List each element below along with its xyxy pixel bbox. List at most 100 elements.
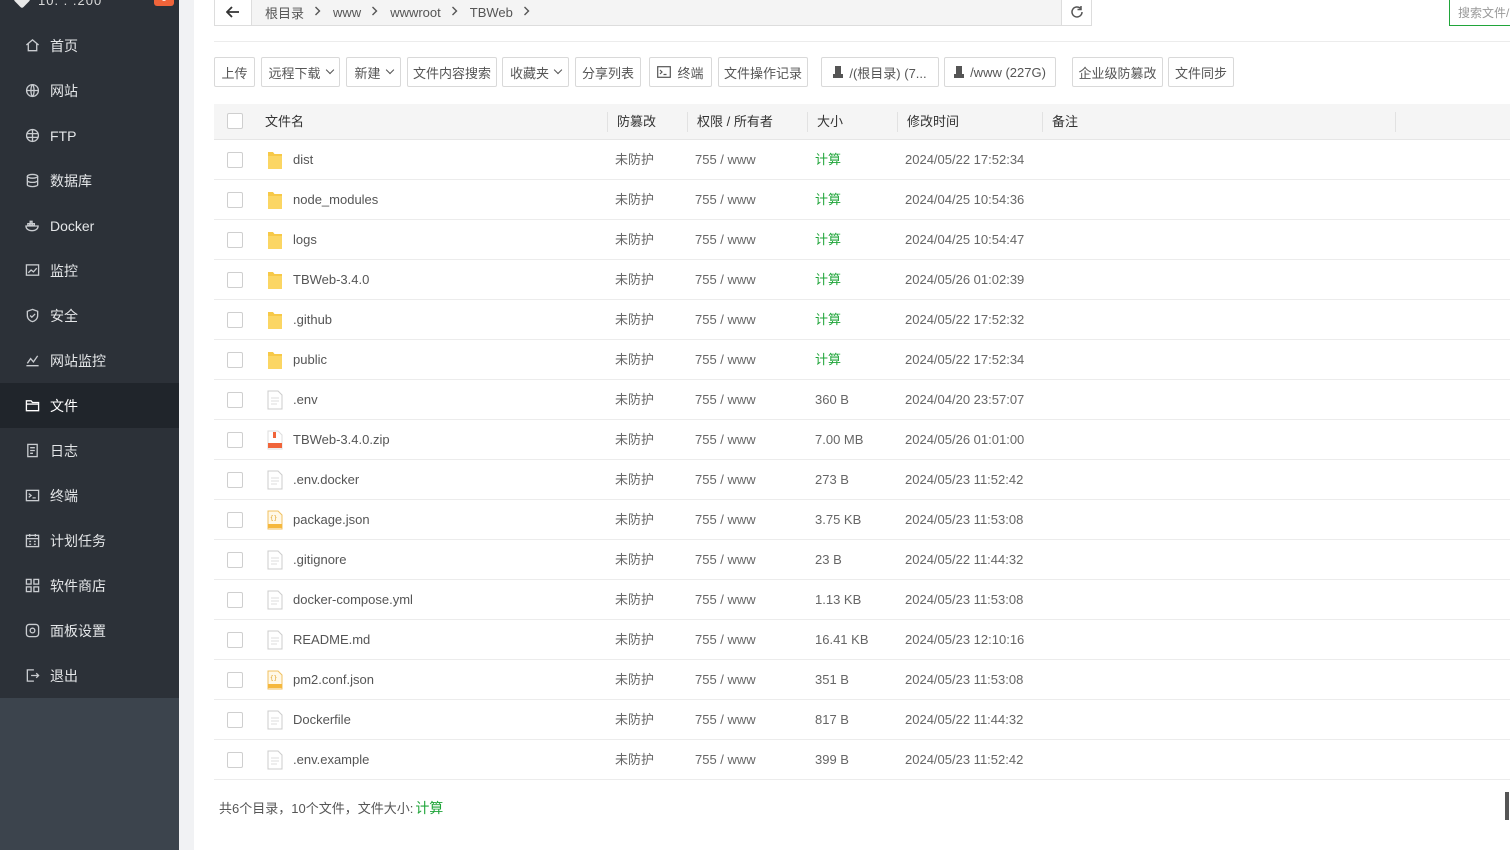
calculate-size-link[interactable]: 计算 — [815, 260, 841, 300]
protect-status[interactable]: 未防护 — [615, 180, 654, 220]
table-row[interactable]: node_modules 未防护 755 / www 计算 2024/04/25 10:… — [214, 180, 1510, 220]
file-name[interactable]: node_modules — [293, 180, 378, 220]
row-checkbox[interactable] — [227, 632, 243, 648]
file-name[interactable]: pm2.conf.json — [293, 660, 374, 700]
file-name-cell[interactable]: public — [266, 340, 327, 380]
file-name-cell[interactable]: {} package.json — [266, 500, 370, 540]
permission[interactable]: 755 / www — [695, 660, 756, 700]
update-badge[interactable]: 0 — [154, 0, 174, 6]
file-name[interactable]: .gitignore — [293, 540, 346, 580]
file-name-cell[interactable]: TBWeb-3.4.0 — [266, 260, 369, 300]
table-row[interactable]: logs 未防护 755 / www 计算 2024/04/25 10:54:47 — [214, 220, 1510, 260]
file-name[interactable]: .env — [293, 380, 318, 420]
sidebar-item-4[interactable]: Docker — [0, 203, 179, 248]
file-name-cell[interactable]: Dockerfile — [266, 700, 351, 740]
protect-status[interactable]: 未防护 — [615, 380, 654, 420]
sidebar-item-9[interactable]: 日志 — [0, 428, 179, 473]
file-name[interactable]: .env.docker — [293, 460, 359, 500]
table-row[interactable]: public 未防护 755 / www 计算 2024/05/22 17:52:34 — [214, 340, 1510, 380]
disk-root-button[interactable]: /(根目录) (7... — [821, 57, 939, 87]
col-mtime[interactable]: 修改时间 — [907, 104, 959, 140]
remote-download-button[interactable]: 远程下载 — [261, 57, 340, 87]
search-input[interactable]: 搜索文件/ — [1449, 0, 1510, 26]
row-checkbox[interactable] — [227, 272, 243, 288]
calculate-size-link[interactable]: 计算 — [815, 340, 841, 380]
new-button[interactable]: 新建 — [346, 57, 401, 87]
permission[interactable]: 755 / www — [695, 420, 756, 460]
col-size[interactable]: 大小 — [817, 104, 843, 140]
calculate-size-link[interactable]: 计算 — [815, 140, 841, 180]
permission[interactable]: 755 / www — [695, 500, 756, 540]
breadcrumb-item[interactable]: wwwroot — [384, 5, 464, 20]
protect-status[interactable]: 未防护 — [615, 740, 654, 780]
table-row[interactable]: .gitignore 未防护 755 / www 23 B 2024/05/22 11:… — [214, 540, 1510, 580]
row-checkbox[interactable] — [227, 712, 243, 728]
protect-status[interactable]: 未防护 — [615, 140, 654, 180]
file-name[interactable]: .env.example — [293, 740, 369, 780]
row-checkbox[interactable] — [227, 152, 243, 168]
permission[interactable]: 755 / www — [695, 580, 756, 620]
table-row[interactable]: {} package.json 未防护 755 / www 3.75 KB 2024/05… — [214, 500, 1510, 540]
breadcrumb-item[interactable]: www — [327, 5, 384, 20]
content-search-button[interactable]: 文件内容搜索 — [407, 57, 497, 87]
file-name-cell[interactable]: README.md — [266, 620, 370, 660]
row-checkbox[interactable] — [227, 392, 243, 408]
permission[interactable]: 755 / www — [695, 220, 756, 260]
sidebar-item-8[interactable]: 文件 — [0, 383, 179, 428]
permission[interactable]: 755 / www — [695, 300, 756, 340]
calculate-size-link[interactable]: 计算 — [815, 220, 841, 260]
table-row[interactable]: TBWeb-3.4.0.zip 未防护 755 / www 7.00 MB 2024/0… — [214, 420, 1510, 460]
permission[interactable]: 755 / www — [695, 460, 756, 500]
file-name[interactable]: Dockerfile — [293, 700, 351, 740]
favorites-button[interactable]: 收藏夹 — [502, 57, 569, 87]
row-checkbox[interactable] — [227, 592, 243, 608]
table-row[interactable]: .env.docker 未防护 755 / www 273 B 2024/05/23 1… — [214, 460, 1510, 500]
table-row[interactable]: dist 未防护 755 / www 计算 2024/05/22 17:52:34 — [214, 140, 1510, 180]
permission[interactable]: 755 / www — [695, 260, 756, 300]
row-checkbox[interactable] — [227, 472, 243, 488]
protect-status[interactable]: 未防护 — [615, 500, 654, 540]
permission[interactable]: 755 / www — [695, 740, 756, 780]
sidebar-item-0[interactable]: 首页 — [0, 23, 179, 68]
table-row[interactable]: docker-compose.yml 未防护 755 / www 1.13 KB 202… — [214, 580, 1510, 620]
row-checkbox[interactable] — [227, 512, 243, 528]
protect-status[interactable]: 未防护 — [615, 340, 654, 380]
tamper-protect-button[interactable]: 企业级防篡改 — [1072, 57, 1163, 87]
file-name-cell[interactable]: dist — [266, 140, 313, 180]
file-name[interactable]: logs — [293, 220, 317, 260]
table-row[interactable]: .env 未防护 755 / www 360 B 2024/04/20 23:57:07 — [214, 380, 1510, 420]
protect-status[interactable]: 未防护 — [615, 260, 654, 300]
sidebar-item-2[interactable]: FTP — [0, 113, 179, 158]
sidebar-item-1[interactable]: 网站 — [0, 68, 179, 113]
col-name[interactable]: 文件名 — [265, 104, 304, 140]
sidebar-item-13[interactable]: 面板设置 — [0, 608, 179, 653]
permission[interactable]: 755 / www — [695, 340, 756, 380]
disk-www-button[interactable]: /www (227G) — [944, 57, 1056, 87]
protect-status[interactable]: 未防护 — [615, 700, 654, 740]
file-name[interactable]: dist — [293, 140, 313, 180]
back-button[interactable] — [215, 0, 252, 25]
sidebar-item-12[interactable]: 软件商店 — [0, 563, 179, 608]
permission[interactable]: 755 / www — [695, 620, 756, 660]
terminal-button[interactable]: 终端 — [649, 57, 712, 87]
sidebar-item-5[interactable]: 监控 — [0, 248, 179, 293]
file-name-cell[interactable]: .env.example — [266, 740, 369, 780]
breadcrumb-item[interactable]: TBWeb — [464, 5, 536, 20]
breadcrumb-item[interactable]: 根目录 — [259, 3, 327, 22]
sidebar-item-3[interactable]: 数据库 — [0, 158, 179, 203]
share-list-button[interactable]: 分享列表 — [575, 57, 641, 87]
table-row[interactable]: Dockerfile 未防护 755 / www 817 B 2024/05/22 11… — [214, 700, 1510, 740]
permission[interactable]: 755 / www — [695, 140, 756, 180]
operation-log-button[interactable]: 文件操作记录 — [718, 57, 808, 87]
file-name[interactable]: README.md — [293, 620, 370, 660]
sidebar-item-11[interactable]: 计划任务 — [0, 518, 179, 563]
file-name-cell[interactable]: .github — [266, 300, 332, 340]
file-name[interactable]: .github — [293, 300, 332, 340]
row-checkbox[interactable] — [227, 752, 243, 768]
protect-status[interactable]: 未防护 — [615, 540, 654, 580]
row-checkbox[interactable] — [227, 552, 243, 568]
file-name[interactable]: package.json — [293, 500, 370, 540]
table-row[interactable]: README.md 未防护 755 / www 16.41 KB 2024/05/23 … — [214, 620, 1510, 660]
file-name[interactable]: TBWeb-3.4.0.zip — [293, 420, 390, 460]
file-name-cell[interactable]: .env.docker — [266, 460, 359, 500]
